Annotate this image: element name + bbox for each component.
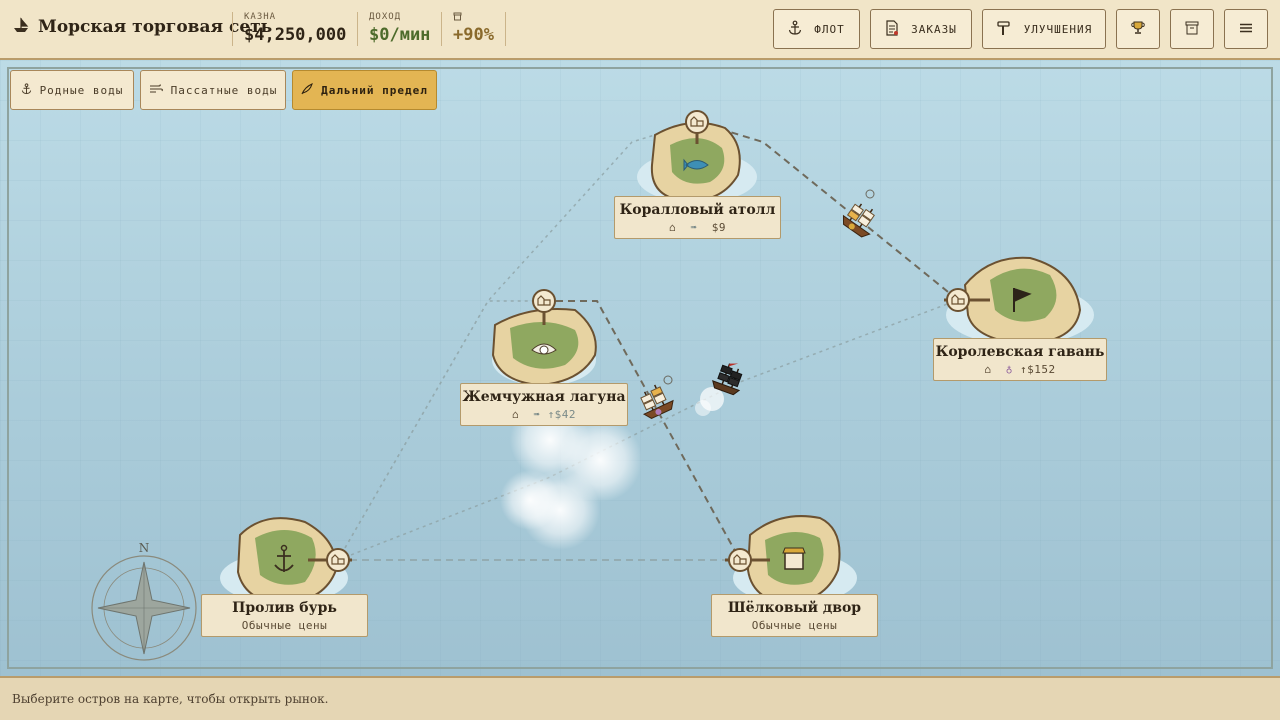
island-name: Жемчужная лагуна [462, 389, 626, 405]
island-label-silk-yard[interactable]: Шёлковый двор Обычные цены [711, 594, 878, 637]
island-label-storm-strait[interactable]: Пролив бурь Обычные цены [201, 594, 368, 637]
treasury-value: $4,250,000 [244, 25, 347, 45]
island-price-row: ⌂ ♁ ↑$152 [934, 363, 1106, 376]
island-price-note: Обычные цены [241, 619, 328, 632]
route-storm-to-royal [337, 299, 959, 561]
ship-logo-icon [12, 17, 30, 37]
island-name: Королевская гавань [935, 344, 1105, 360]
income-stat: ДОХОД $0/мин [357, 12, 430, 46]
compass-rose [91, 555, 197, 661]
house-icon: ⌂ [511, 408, 520, 421]
archive-button[interactable] [1170, 9, 1214, 49]
sea-map[interactable]: N Родные воды Пассатные воды Дальний пре… [0, 60, 1280, 676]
treasury-stat: КАЗНА $4,250,000 [232, 12, 346, 46]
top-bar: Морская торговая сеть КАЗНА $4,250,000 Д… [0, 0, 1280, 60]
menu-button[interactable] [1224, 9, 1268, 49]
tab-trade-winds[interactable]: Пассатные воды [140, 70, 286, 110]
hammer-icon [996, 20, 1012, 39]
island-label-coral-atoll[interactable]: Коралловый атолл ⌂ ➠ $9 [614, 196, 781, 239]
archive-icon [1185, 21, 1199, 38]
wind-icon [149, 83, 163, 97]
potion-icon: ♁ [1005, 363, 1013, 376]
island-price: ↑$152 [1020, 363, 1056, 376]
house-icon: ⌂ [669, 221, 677, 234]
fleet-label: ФЛОТ [814, 22, 845, 36]
trade-ship-1 [842, 203, 875, 238]
anchor-icon [21, 82, 32, 98]
tab-trade-winds-label: Пассатные воды [170, 83, 278, 97]
orders-label: ЗАКАЗЫ [911, 22, 957, 36]
achievements-button[interactable] [1116, 9, 1160, 49]
tab-home-waters[interactable]: Родные воды [10, 70, 134, 110]
island-name: Шёлковый двор [727, 600, 862, 616]
fish-icon: ➠ [533, 408, 541, 421]
upgrades-label: УЛУЧШЕНИЯ [1023, 22, 1093, 36]
fish-icon: ➠ [690, 221, 698, 234]
status-bar: Выберите остров на карте, чтобы открыть … [0, 676, 1280, 720]
tab-far-reach-label: Дальний предел [321, 83, 428, 97]
feather-icon [301, 82, 313, 98]
orders-button[interactable]: ЗАКАЗЫ [870, 9, 972, 49]
trophy-icon [1131, 20, 1145, 39]
island-price: $9 [711, 221, 726, 234]
compass-north-label: N [139, 541, 150, 555]
island-price-row: ⌂ ➠ ↑$42 [461, 408, 627, 421]
fleet-button[interactable]: ФЛОТ [773, 9, 860, 49]
island-label-pearl-lagoon[interactable]: Жемчужная лагуна ⌂ ➠ ↑$42 [460, 383, 628, 426]
island-name: Пролив бурь [232, 600, 337, 616]
island-label-royal-harbor[interactable]: Королевская гавань ⌂ ♁ ↑$152 [933, 338, 1107, 381]
status-hint: Выберите остров на карте, чтобы открыть … [12, 692, 329, 706]
income-label: ДОХОД [369, 12, 402, 22]
house-icon: ⌂ [984, 363, 992, 376]
storage-icon [453, 12, 494, 24]
island-price-row: ⌂ ➠ $9 [615, 221, 780, 234]
income-value: $0/мин [369, 25, 431, 45]
island-price: ↑$42 [547, 408, 577, 421]
trade-ship-2 [640, 384, 674, 419]
upgrades-button[interactable]: УЛУЧШЕНИЯ [982, 9, 1106, 49]
bonus-stat: +90% [441, 12, 494, 46]
tab-far-reach[interactable]: Дальний предел [292, 70, 437, 110]
hamburger-menu-icon [1239, 23, 1253, 36]
treasury-label: КАЗНА [244, 12, 277, 22]
anchor-icon [788, 20, 802, 39]
document-icon [885, 19, 899, 39]
island-price-note: Обычные цены [751, 619, 838, 632]
island-name: Коралловый атолл [619, 202, 776, 218]
stat-divider [505, 12, 506, 46]
bonus-value: +90% [453, 25, 494, 45]
tab-home-waters-label: Родные воды [39, 83, 124, 97]
